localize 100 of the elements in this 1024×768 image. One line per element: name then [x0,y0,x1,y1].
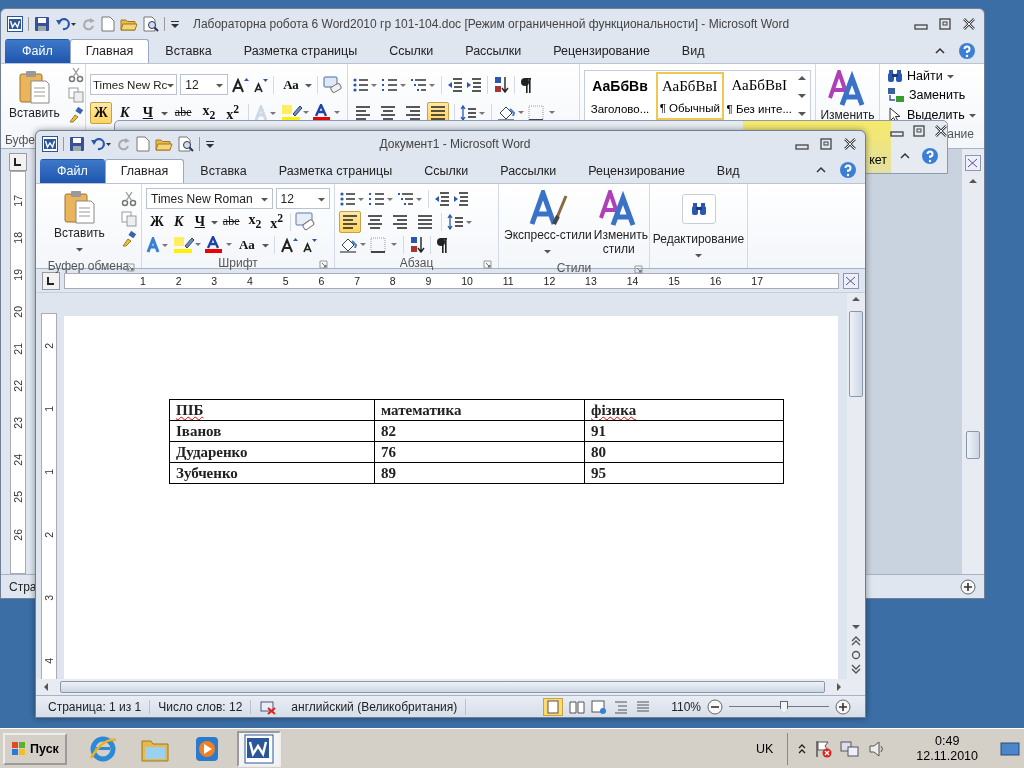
ribbon-tab[interactable]: Разметка страницы [227,39,374,63]
font-name-field[interactable]: Times New Roman [146,188,273,209]
format-button[interactable]: x$_{2}$ [244,210,266,233]
format-painter-icon[interactable] [67,107,84,123]
word-logo-icon[interactable] [42,136,58,152]
align-right-icon[interactable] [405,104,421,121]
format-button[interactable]: x$^{2}$ [222,101,244,124]
show-hidden-icons-icon[interactable] [798,742,807,755]
slider-thumb[interactable] [780,700,788,713]
sort-icon[interactable] [409,235,425,254]
ribbon-tab[interactable]: Вставка [149,39,228,63]
proofing-icon[interactable] [259,698,278,715]
editing-button[interactable]: Редактирование [654,187,743,265]
save-icon[interactable] [34,16,50,32]
cursor-icon[interactable] [887,107,903,123]
file-tab[interactable]: Файл [40,159,105,183]
scissors-icon[interactable] [67,67,84,83]
next-page-icon[interactable] [849,663,863,675]
format-button[interactable]: К [114,101,135,124]
ribbon-tab[interactable]: Рассылки [484,159,573,183]
bullet-list-icon[interactable] [339,190,365,207]
taskbar-button[interactable] [236,730,281,767]
language-label[interactable]: английский (Великобритания) [291,699,458,714]
format-button[interactable]: x$^{2}$ [266,210,288,233]
format-button[interactable]: Ж [146,210,168,233]
new-document-icon[interactable] [101,16,115,32]
format-button[interactable]: abe [218,210,244,233]
dialog-launcher-icon[interactable] [634,265,643,274]
save-icon[interactable] [69,136,85,152]
align-center-icon[interactable] [380,104,396,121]
start-button[interactable]: Пуск [3,732,67,765]
grow-font-icon[interactable] [279,236,298,253]
view-ruler-icon[interactable] [843,272,859,289]
ribbon-tab[interactable]: Рецензирование [572,159,701,183]
format-button[interactable]: Ч [137,101,158,124]
highlighter-icon[interactable] [173,235,201,254]
justify-icon[interactable] [430,104,446,121]
maximize-icon[interactable] [912,125,926,137]
binoculars-icon[interactable] [690,202,707,216]
replace-icon[interactable] [887,87,905,103]
dialog-launcher-icon[interactable] [483,260,492,269]
paste-button[interactable]: Вставить [50,187,109,259]
decrease-indent-icon[interactable] [434,190,450,207]
decrease-indent-icon[interactable] [447,76,463,93]
multilevel-list-icon[interactable] [410,76,436,93]
tab-stop-icon[interactable] [42,271,60,290]
borders-icon[interactable] [528,103,556,122]
format-button[interactable]: abe [170,101,196,124]
ribbon-tab[interactable]: Вид [700,159,756,183]
format-button[interactable]: x$_{2}$ [198,101,220,124]
ribbon-tab[interactable]: Ссылки [373,39,450,63]
print-preview-icon[interactable] [143,16,159,32]
align-left-icon[interactable] [342,213,358,230]
word-logo-icon[interactable] [7,16,23,32]
editing-button[interactable]: Найти [884,67,980,85]
editing-button[interactable]: Заменить [884,85,980,105]
paste-button[interactable]: Вставить [5,67,64,121]
multilevel-list-icon[interactable] [397,190,423,207]
close-icon[interactable] [843,138,857,150]
help-icon[interactable] [958,42,976,60]
increase-indent-icon[interactable] [466,76,482,93]
grow-font-icon[interactable] [231,76,250,93]
align-right-icon[interactable] [392,213,408,230]
print-layout-icon[interactable] [543,697,564,716]
format-painter-icon[interactable] [120,231,137,247]
ribbon-tab[interactable]: Главная [69,39,150,63]
numbered-list-icon[interactable] [368,190,394,207]
maximize-icon[interactable] [819,138,833,150]
change-case-button[interactable]: Аа [279,73,302,96]
paste-icon[interactable] [63,190,96,224]
change-styles-button[interactable]: Изменить [820,67,875,123]
zoom-level[interactable]: 110% [671,699,701,714]
zoom-in-icon[interactable] [835,698,851,715]
open-folder-icon[interactable] [120,16,138,32]
new-document-icon[interactable] [136,136,150,152]
action-center-icon[interactable] [814,739,833,758]
borders-icon[interactable] [370,235,398,254]
format-button[interactable]: К [168,210,189,233]
print-preview-icon[interactable] [178,136,194,152]
bullet-list-icon[interactable] [352,76,378,93]
text-effects-icon[interactable] [254,104,279,121]
tab-stop-icon[interactable] [9,153,27,171]
previous-page-icon[interactable] [849,635,863,647]
align-center-icon[interactable] [367,213,383,230]
ribbon-tab[interactable]: Вставка [184,159,263,183]
ribbon-tab[interactable]: Вид [665,39,721,63]
quick-styles-button[interactable]: Экспресс-стили [503,187,593,261]
ribbon-tab[interactable]: Разметка страницы [262,159,409,183]
font-color-icon[interactable] [312,103,341,122]
line-spacing-icon[interactable] [460,104,486,121]
network-icon[interactable] [840,739,861,758]
numbered-list-icon[interactable] [381,76,407,93]
shrink-font-icon[interactable] [300,236,317,253]
increase-indent-icon[interactable] [453,190,469,207]
clear-format-icon[interactable] [323,75,343,94]
reading-view-icon[interactable] [569,698,586,715]
ribbon-tab[interactable]: Рассылки [449,39,538,63]
text-effects-icon[interactable] [146,236,170,253]
sort-icon[interactable] [493,75,509,94]
paste-icon[interactable] [18,70,51,104]
